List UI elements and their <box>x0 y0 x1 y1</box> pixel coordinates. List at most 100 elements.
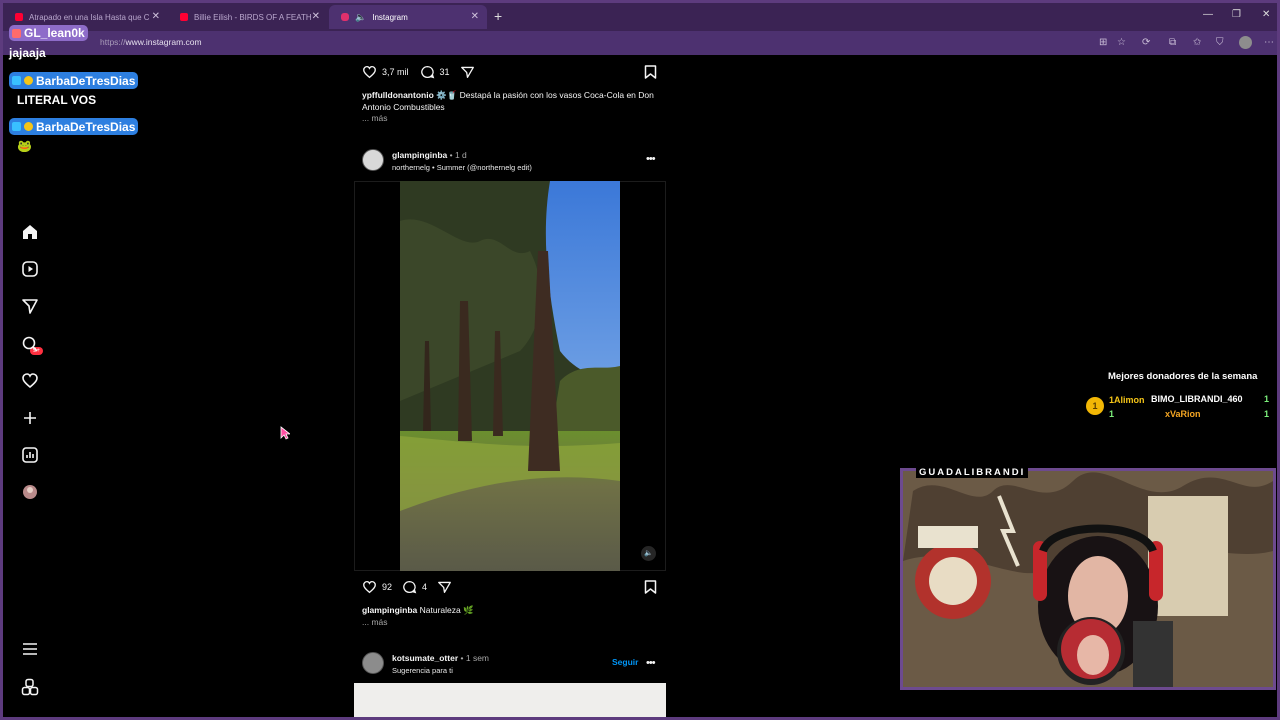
chat-username: BarbaDeTresDias <box>36 73 136 88</box>
tab-label: Billie Eilish - BIRDS OF A FEATHER <box>194 12 312 22</box>
tab-youtube-2[interactable]: Billie Eilish - BIRDS OF A FEATHER ✕ <box>168 5 328 29</box>
post2-avatar[interactable] <box>362 149 384 171</box>
post2-more-link[interactable]: ... más <box>362 617 388 627</box>
post2-header: glampinginba • 1 d northernelg • Summer … <box>392 150 532 172</box>
reels-icon[interactable] <box>21 260 39 278</box>
bookmark-icon[interactable] <box>644 65 657 79</box>
camera-label: GUADALIBRANDI <box>916 467 1029 478</box>
chat-user-pill: GL_lean0k <box>9 25 88 41</box>
post1-more-link[interactable]: ... más <box>362 113 388 123</box>
new-tab-button[interactable]: + <box>494 8 502 24</box>
badge-icon <box>12 122 21 131</box>
coin-icon <box>24 122 33 131</box>
bookmark-icon[interactable] <box>644 580 657 594</box>
post3-time: • 1 sem <box>460 653 489 663</box>
extensions-icon[interactable]: ⟳ <box>1142 37 1150 48</box>
window-frame: Atrapado en una Isla Hasta que C ✕ Billi… <box>0 0 1280 720</box>
menu-dots-icon[interactable]: ⋯ <box>1264 37 1274 48</box>
donor-third: xVaRion <box>1165 409 1201 419</box>
post1-caption: ypffulldonantonio ⚙️🥤 Destapá la pasión … <box>362 89 662 113</box>
donor-second: BIMO_LIBRANDI_460 <box>1151 394 1243 404</box>
tab-label: Instagram <box>372 12 408 22</box>
post3-header: kotsumate_otter • 1 sem Sugerencia para … <box>392 653 489 675</box>
comment-count: 31 <box>439 67 450 77</box>
shield-icon[interactable]: ⛉ <box>1216 37 1224 48</box>
chat-message: LITERAL VOS <box>17 93 97 107</box>
favorite-star-icon[interactable]: ☆ <box>1117 37 1126 48</box>
share-icon[interactable] <box>460 65 475 79</box>
minimize-icon[interactable]: — <box>1203 9 1213 20</box>
speaker-icon[interactable]: 🔈 <box>355 12 366 23</box>
restore-icon[interactable]: ❐ <box>1232 9 1241 20</box>
post3-media[interactable] <box>354 683 666 717</box>
badge-icon <box>12 28 21 38</box>
tab-bar: Atrapado en una Isla Hasta que C ✕ Billi… <box>3 3 1277 31</box>
profile-icon[interactable] <box>21 483 39 501</box>
address-bar: https://www.instagram.com <box>3 31 1277 55</box>
post3-options-icon[interactable]: ••• <box>646 657 656 669</box>
profile-avatar[interactable] <box>1239 36 1252 49</box>
donor-first: 1Alimon <box>1109 395 1145 405</box>
url-protocol: https:// <box>100 37 126 47</box>
chat-emote: 🐸 <box>17 139 32 153</box>
caption-text: Naturaleza 🌿 <box>419 605 474 615</box>
post2-caption: glampinginba Naturaleza 🌿 <box>362 604 662 616</box>
badge-icon <box>12 76 21 85</box>
chat-user-pill: BarbaDeTresDias <box>9 118 139 135</box>
post3-avatar[interactable] <box>362 652 384 674</box>
close-window-icon[interactable]: ✕ <box>1262 9 1270 20</box>
post2-video[interactable] <box>400 181 620 571</box>
youtube-icon <box>180 13 188 21</box>
comment-icon[interactable] <box>420 65 435 79</box>
direct-messages-icon[interactable] <box>21 297 39 315</box>
instagram-nav: 9+ <box>3 55 57 717</box>
post2-time: • 1 d <box>449 150 467 160</box>
search-icon[interactable] <box>21 335 39 353</box>
donor-second-amount: 1 <box>1264 394 1270 404</box>
split-view-icon[interactable]: ⧉ <box>1169 37 1176 48</box>
close-tab-icon[interactable]: ✕ <box>152 11 160 22</box>
post3-username[interactable]: kotsumate_otter <box>392 653 458 663</box>
close-tab-icon[interactable]: ✕ <box>471 11 479 22</box>
chat-message: jajaaja <box>9 46 46 60</box>
heart-icon[interactable] <box>21 372 39 390</box>
create-plus-icon[interactable] <box>21 409 39 427</box>
like-count: 3,7 mil <box>382 67 409 77</box>
share-icon[interactable] <box>437 580 452 594</box>
follow-button[interactable]: Seguir <box>612 657 638 667</box>
chat-user-pill: BarbaDeTresDias <box>9 72 139 89</box>
chat-username: BarbaDeTresDias <box>36 119 136 134</box>
post2-options-icon[interactable]: ••• <box>646 153 656 165</box>
like-count: 92 <box>382 582 393 592</box>
coin-icon <box>24 76 33 85</box>
post1-actions: 3,7 mil 31 <box>362 65 475 79</box>
like-heart-icon[interactable] <box>362 65 377 79</box>
donor-first-amount: 1 <box>1109 409 1115 419</box>
tab-instagram[interactable]: 🔈 Instagram ✕ <box>329 5 487 29</box>
post2-audio[interactable]: northernelg • Summer (@northernelg edit) <box>392 163 532 172</box>
first-place-medal-icon: 1 <box>1086 397 1104 415</box>
dashboard-icon[interactable] <box>21 446 39 464</box>
more-menu-icon[interactable] <box>21 640 39 658</box>
youtube-icon <box>15 13 23 21</box>
caption-username[interactable]: ypffulldonantonio <box>362 90 434 100</box>
favorites-icon[interactable]: ✩ <box>1193 37 1201 48</box>
post3-subtitle: Sugerencia para ti <box>392 666 453 675</box>
url-field[interactable]: https://www.instagram.com <box>100 37 202 47</box>
also-from-meta-icon[interactable] <box>21 678 39 696</box>
comment-icon[interactable] <box>402 580 417 594</box>
post2-username[interactable]: glampinginba <box>392 150 447 160</box>
apps-icon[interactable]: ⊞ <box>1099 37 1107 48</box>
close-tab-icon[interactable]: ✕ <box>312 11 320 22</box>
caption-username[interactable]: glampinginba <box>362 605 417 615</box>
mouse-cursor-icon <box>280 426 290 440</box>
mute-icon[interactable]: 🔈 <box>641 546 656 561</box>
post2-actions: 92 4 <box>362 580 452 594</box>
like-heart-icon[interactable] <box>362 580 377 594</box>
donor-third-amount: 1 <box>1264 409 1270 419</box>
url-host: www.instagram.com <box>125 37 202 47</box>
home-icon[interactable] <box>21 223 39 241</box>
chat-username: GL_lean0k <box>24 26 85 40</box>
comment-count: 4 <box>422 582 428 592</box>
donors-title: Mejores donadores de la semana <box>1108 371 1258 382</box>
